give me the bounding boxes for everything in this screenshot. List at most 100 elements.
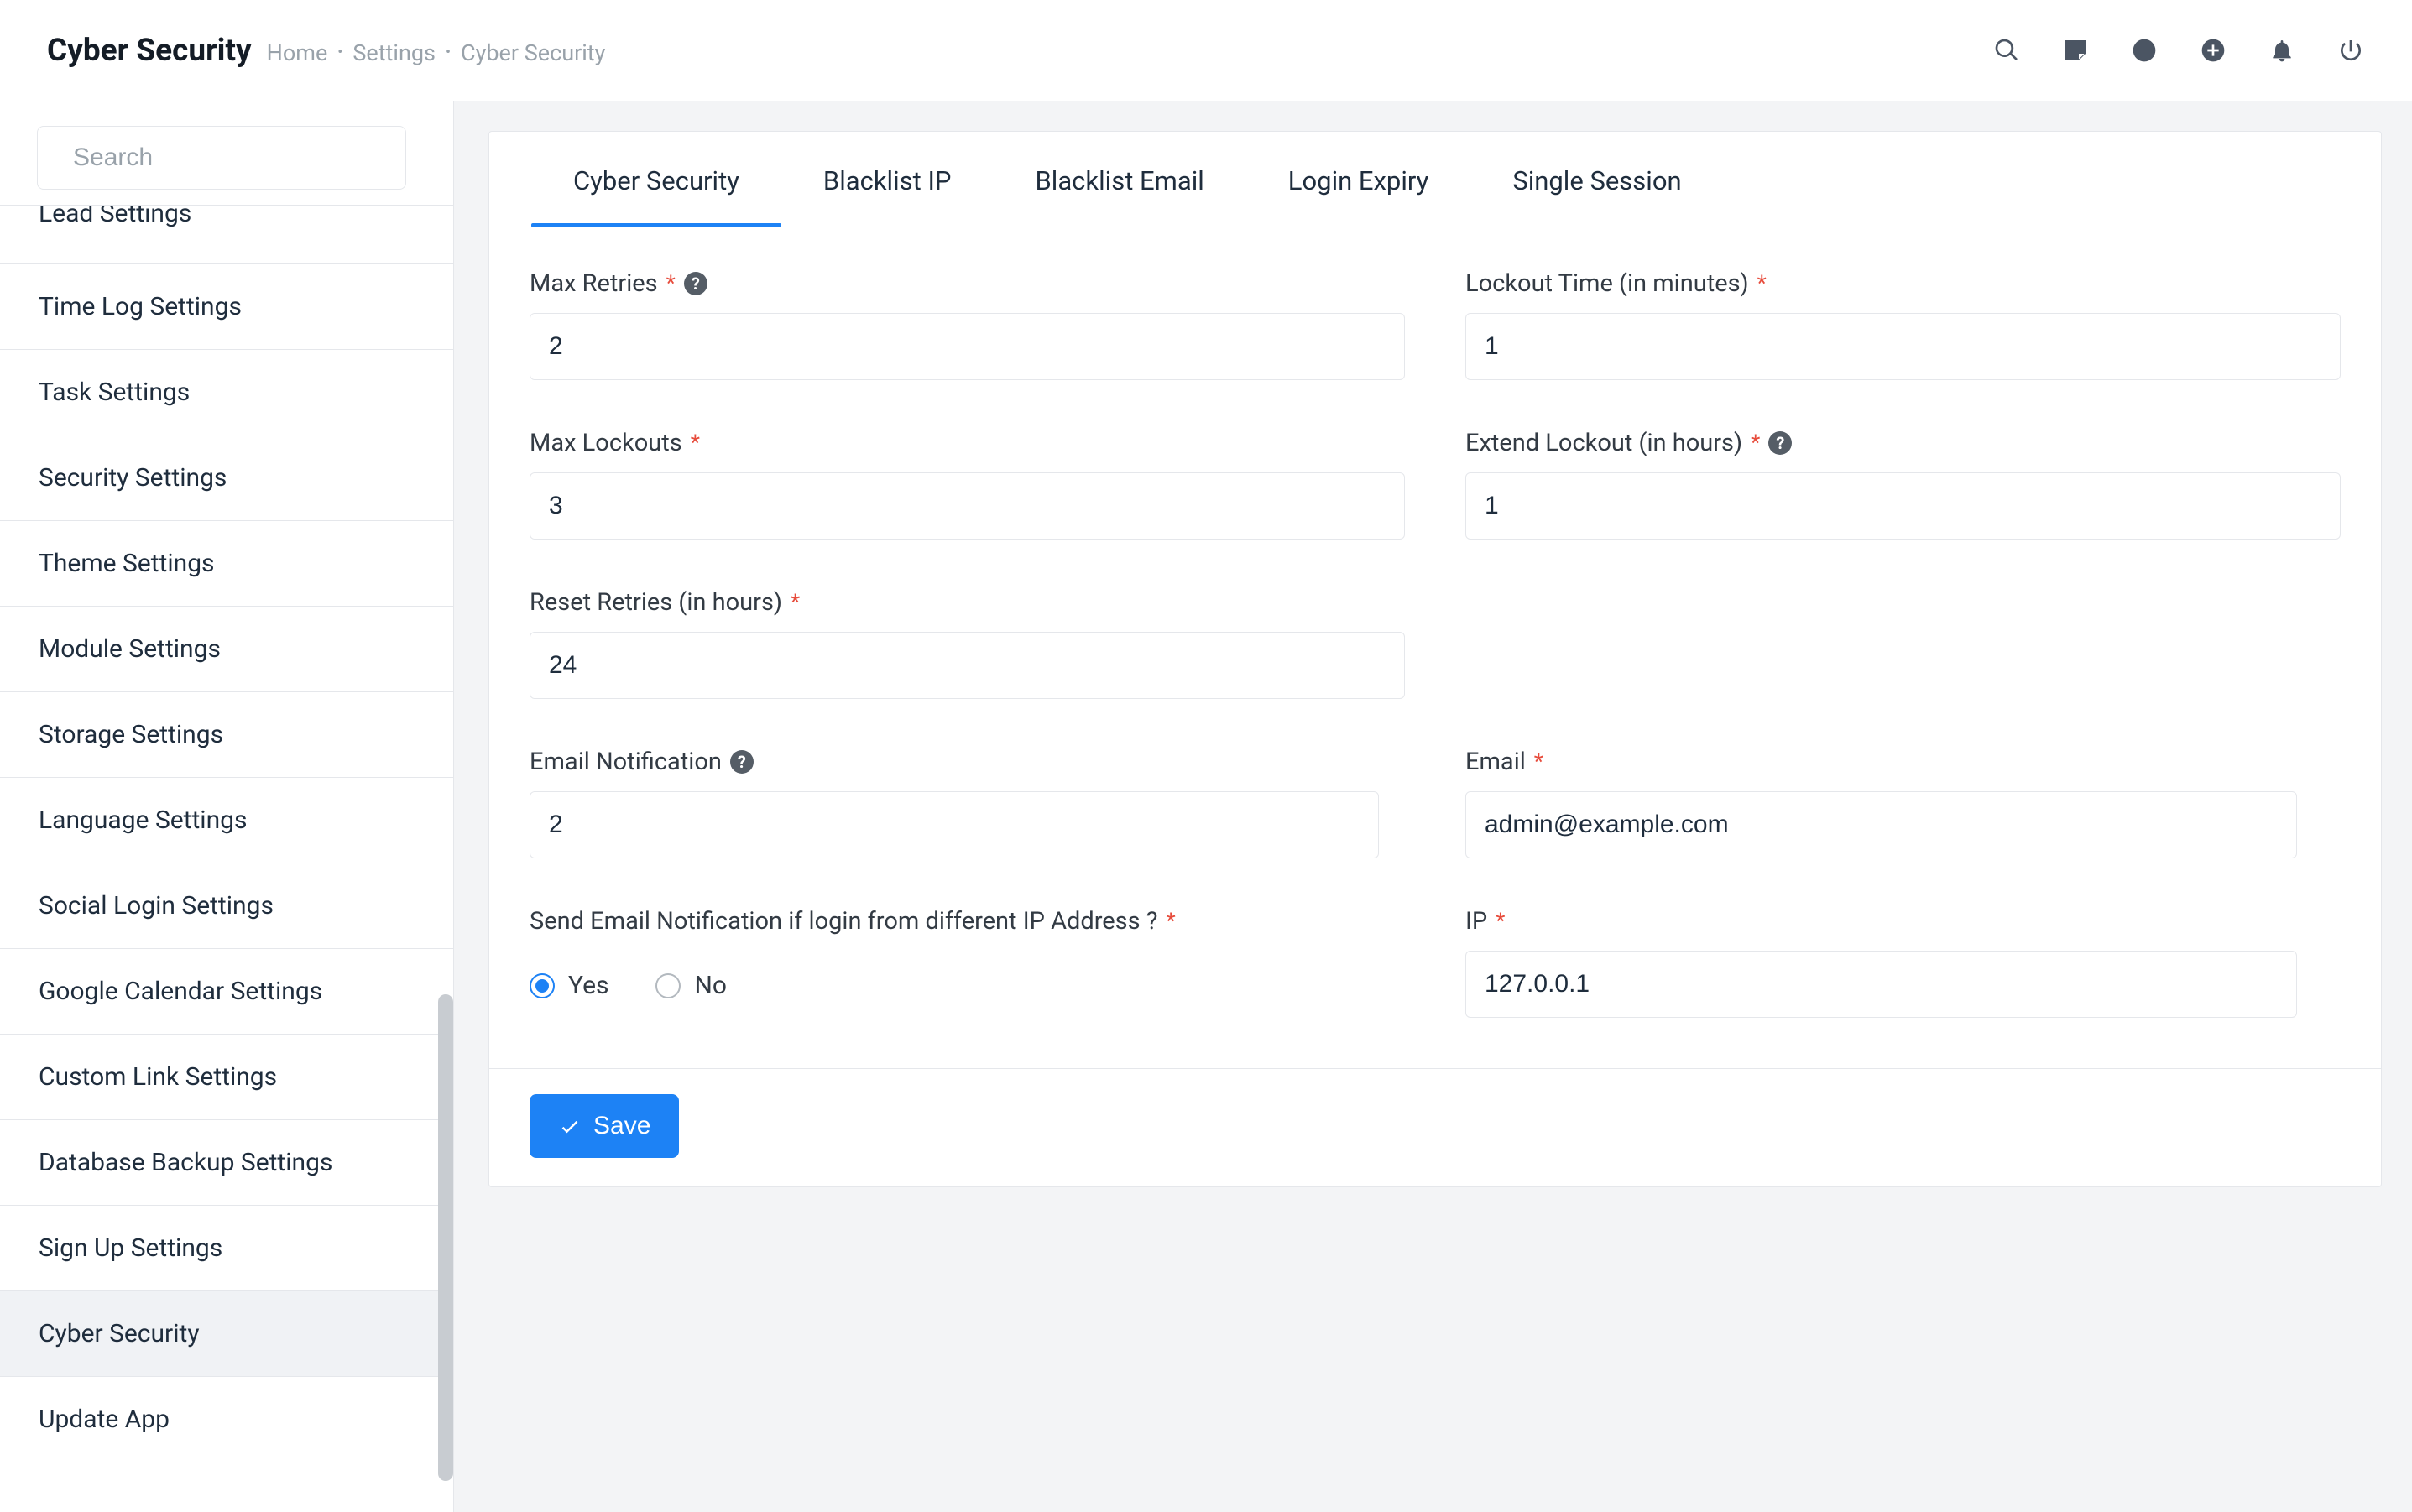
tab-blacklist-email[interactable]: Blacklist Email [993,132,1245,227]
required-marker: * [666,273,676,295]
tab-single-session[interactable]: Single Session [1470,132,1723,227]
required-marker: * [691,432,700,454]
topbar-left: Cyber Security Home • Settings • Cyber S… [47,33,605,69]
radio-icon [530,973,555,998]
save-button[interactable]: Save [530,1094,679,1158]
check-icon [558,1114,582,1138]
sidebar-item-label: Lead Settings [39,205,191,228]
sidebar-item-google-calendar-settings[interactable]: Google Calendar Settings [0,949,453,1035]
sidebar-item-cyber-security[interactable]: Cyber Security [0,1291,453,1377]
topbar: Cyber Security Home • Settings • Cyber S… [0,0,2412,101]
sidebar-item-database-backup-settings[interactable]: Database Backup Settings [0,1120,453,1206]
field-label-row: Max Retries * ? [530,269,1405,298]
required-marker: * [1757,273,1767,295]
breadcrumb-sep: • [446,44,451,61]
help-icon[interactable]: ? [730,750,754,774]
bell-icon[interactable] [2268,36,2296,65]
radio-icon [655,973,681,998]
ip-input[interactable] [1465,951,2297,1018]
field-max-retries: Max Retries * ? [530,269,1405,380]
search-input[interactable] [71,143,399,173]
breadcrumb-settings[interactable]: Settings [352,39,436,66]
help-icon[interactable]: ? [1768,431,1792,455]
diff-ip-radio-group: Yes No [530,951,1405,1000]
field-ip: IP * [1465,907,2341,1018]
sidebar-item-label: Database Backup Settings [39,1148,332,1177]
main: Cyber Security Blacklist IP Blacklist Em… [453,101,2412,1512]
field-email: Email * [1465,748,2341,858]
sidebar-item-sign-up-settings[interactable]: Sign Up Settings [0,1206,453,1291]
field-email-notification: Email Notification ? [530,748,1405,858]
max-retries-input[interactable] [530,313,1405,380]
sidebar-item-label: Module Settings [39,634,221,664]
required-marker: * [1496,910,1505,932]
search-box[interactable] [37,126,406,190]
sidebar-item-language-settings[interactable]: Language Settings [0,778,453,863]
sidebar-item-label: Language Settings [39,806,247,835]
email-input[interactable] [1465,791,2297,858]
page-title: Cyber Security [47,33,252,69]
sidebar-item-label: Theme Settings [39,549,215,578]
breadcrumb-sep: • [337,44,342,61]
field-label: Max Lockouts [530,429,682,457]
help-icon[interactable]: ? [684,272,707,295]
tab-login-expiry[interactable]: Login Expiry [1246,132,1471,227]
required-marker: * [1751,432,1760,454]
field-diff-ip: Send Email Notification if login from di… [530,907,1405,1018]
sidebar-item-security-settings[interactable]: Security Settings [0,435,453,521]
breadcrumbs: Home • Settings • Cyber Security [267,39,606,66]
field-lockout-time: Lockout Time (in minutes) * [1465,269,2341,380]
tabs: Cyber Security Blacklist IP Blacklist Em… [489,132,2381,227]
form-body: Max Retries * ? Lockout Time (in minutes… [489,227,2381,1068]
sidebar-scrollbar[interactable] [438,994,453,1481]
plus-circle-icon[interactable] [2199,36,2227,65]
power-icon[interactable] [2336,36,2365,65]
extend-lockout-input[interactable] [1465,472,2341,540]
field-extend-lockout: Extend Lockout (in hours) * ? [1465,429,2341,540]
sidebar-item-label: Security Settings [39,463,227,493]
max-lockouts-input[interactable] [530,472,1405,540]
sidebar-item-storage-settings[interactable]: Storage Settings [0,692,453,778]
breadcrumb-current: Cyber Security [461,39,605,66]
lockout-time-input[interactable] [1465,313,2341,380]
field-label: Reset Retries (in hours) [530,588,782,617]
sidebar-item-lead-settings[interactable]: Lead Settings [0,206,453,264]
sidebar-item-label: Google Calendar Settings [39,977,322,1006]
sidebar-item-update-app[interactable]: Update App [0,1377,453,1462]
required-marker: * [1167,910,1176,932]
radio-label: Yes [568,971,608,1000]
sidebar-item-time-log-settings[interactable]: Time Log Settings [0,264,453,350]
sidebar-item-task-settings[interactable]: Task Settings [0,350,453,435]
sidebar-search [0,101,453,205]
breadcrumb-home[interactable]: Home [267,39,328,66]
sidebar-item-label: Social Login Settings [39,891,274,920]
field-label: Max Retries [530,269,658,298]
tab-cyber-security[interactable]: Cyber Security [531,132,781,227]
shell: Lead Settings Time Log Settings Task Set… [0,101,2412,1512]
reset-retries-input[interactable] [530,632,1405,699]
field-label-row: Reset Retries (in hours) * [530,588,1405,617]
diff-ip-yes[interactable]: Yes [530,971,608,1000]
field-label: Email Notification [530,748,722,776]
field-label-row: Max Lockouts * [530,429,1405,457]
field-label-row: Email Notification ? [530,748,1405,776]
field-label: Send Email Notification if login from di… [530,907,1158,936]
field-max-lockouts: Max Lockouts * [530,429,1405,540]
diff-ip-no[interactable]: No [655,971,727,1000]
radio-label: No [694,971,727,1000]
tab-blacklist-ip[interactable]: Blacklist IP [781,132,994,227]
sidebar-item-label: Time Log Settings [39,292,242,321]
sticky-note-icon[interactable] [2061,36,2090,65]
sidebar-item-module-settings[interactable]: Module Settings [0,607,453,692]
sidebar-list: Lead Settings Time Log Settings Task Set… [0,205,453,1512]
clock-icon[interactable] [2130,36,2159,65]
field-reset-retries: Reset Retries (in hours) * [530,588,1405,699]
email-notification-input[interactable] [530,791,1379,858]
search-icon[interactable] [1992,36,2021,65]
field-label: Extend Lockout (in hours) [1465,429,1742,457]
sidebar-item-social-login-settings[interactable]: Social Login Settings [0,863,453,949]
sidebar-item-theme-settings[interactable]: Theme Settings [0,521,453,607]
field-label-row: Lockout Time (in minutes) * [1465,269,2341,298]
sidebar-item-label: Sign Up Settings [39,1233,222,1263]
sidebar-item-custom-link-settings[interactable]: Custom Link Settings [0,1035,453,1120]
